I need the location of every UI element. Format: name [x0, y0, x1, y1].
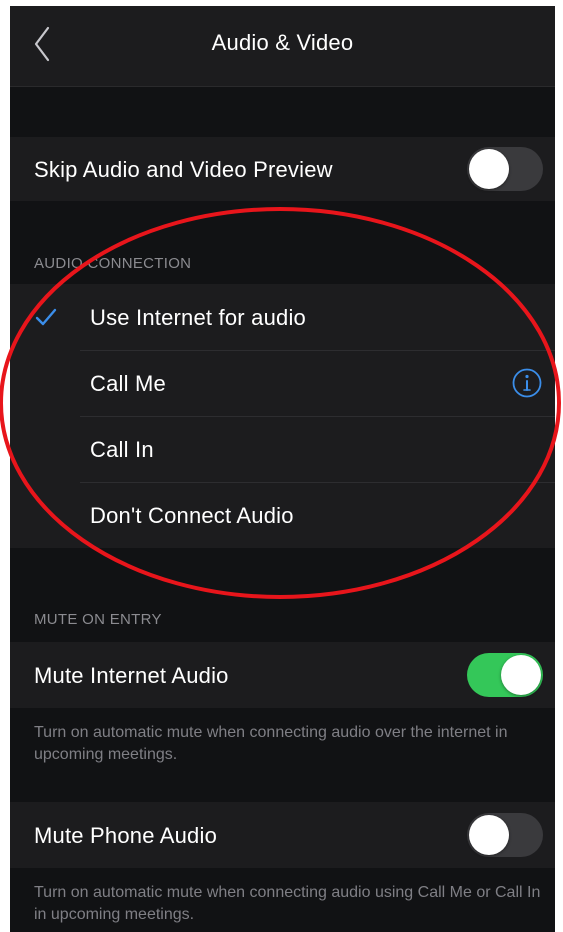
- skip-preview-label: Skip Audio and Video Preview: [34, 157, 333, 182]
- mute-on-entry-header: MUTE ON ENTRY: [34, 611, 162, 628]
- skip-preview-toggle[interactable]: [467, 147, 543, 191]
- toggle-knob: [501, 655, 541, 695]
- mute-internet-audio-note: Turn on automatic mute when connecting a…: [34, 724, 508, 763]
- audio-option-label: Call Me: [90, 371, 166, 396]
- toggle-knob: [469, 149, 509, 189]
- navigation-bar: Audio & Video: [10, 6, 555, 87]
- settings-screen: Audio & Video Skip Audio and Video Previ…: [10, 6, 555, 932]
- mute-internet-audio-toggle[interactable]: [467, 653, 543, 697]
- mute-phone-audio-note: Turn on automatic mute when connecting a…: [34, 884, 541, 923]
- audio-option-label: Don't Connect Audio: [90, 503, 294, 528]
- mute-internet-audio-row[interactable]: Mute Internet Audio: [10, 642, 555, 708]
- checkmark-icon: [35, 308, 57, 326]
- toggle-knob: [469, 815, 509, 855]
- audio-option-label: Call In: [90, 437, 154, 462]
- mute-phone-audio-row[interactable]: Mute Phone Audio: [10, 802, 555, 868]
- page-title: Audio & Video: [211, 30, 354, 55]
- mute-internet-audio-label: Mute Internet Audio: [34, 663, 229, 688]
- audio-option-dont-connect[interactable]: Don't Connect Audio: [10, 483, 555, 548]
- mute-phone-audio-toggle[interactable]: [467, 813, 543, 857]
- skip-preview-row[interactable]: Skip Audio and Video Preview: [10, 137, 555, 201]
- audio-option-label: Use Internet for audio: [90, 305, 306, 330]
- info-circle-icon[interactable]: [511, 367, 543, 399]
- audio-option-internet[interactable]: Use Internet for audio: [10, 284, 555, 350]
- audio-connection-group: Use Internet for audio Call Me Call In D…: [10, 284, 555, 548]
- audio-connection-header: AUDIO CONNECTION: [34, 255, 192, 272]
- mute-phone-audio-label: Mute Phone Audio: [34, 823, 218, 848]
- audio-option-call-in[interactable]: Call In: [10, 417, 555, 482]
- audio-option-call-me[interactable]: Call Me: [10, 351, 555, 416]
